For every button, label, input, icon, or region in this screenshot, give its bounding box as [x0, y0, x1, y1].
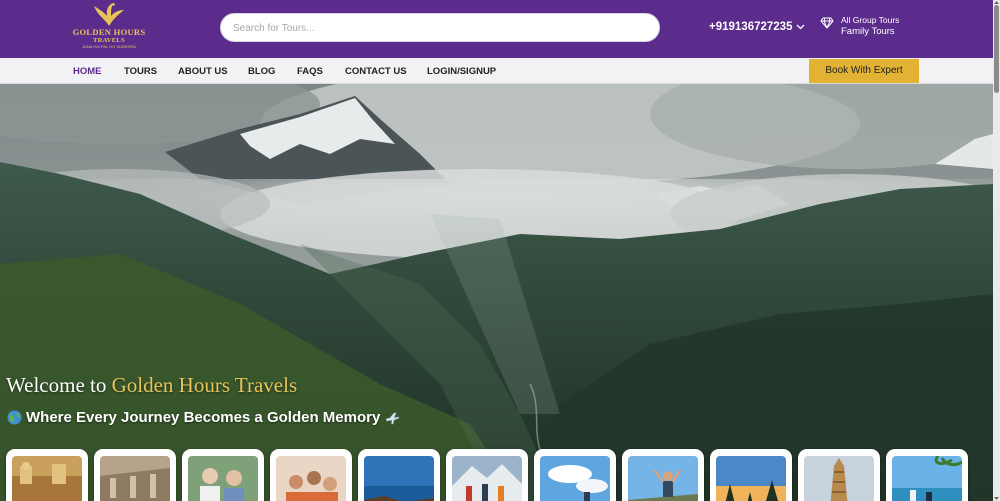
hiker-card[interactable] [622, 449, 704, 501]
airplane-icon [385, 412, 400, 424]
phone-dropdown[interactable]: +919136727235 [709, 21, 805, 33]
group-tours-label: All Group Tours [841, 15, 900, 25]
sky-card[interactable] [534, 449, 616, 501]
palace-thumb [12, 456, 82, 501]
globe-icon [7, 410, 22, 425]
friends-thumb [276, 456, 346, 501]
nav-contact-us[interactable]: CONTACT US [345, 66, 407, 77]
mountain-group-card[interactable] [446, 449, 528, 501]
palm-beach-card[interactable] [886, 449, 968, 501]
hiker-thumb [628, 456, 698, 501]
diamond-icon [820, 17, 834, 29]
couple-thumb [188, 456, 258, 501]
nav-tours[interactable]: TOURS [124, 66, 157, 77]
top-header: GOLDEN HOURS TRAVELS JANA HAI PAL HO SUN… [0, 0, 993, 58]
logo-tagline: JANA HAI PAL HO SUNEHRA [82, 44, 136, 49]
palm-beach-thumb [892, 456, 962, 501]
nav-faqs[interactable]: FAQS [297, 66, 323, 77]
nav-about-us[interactable]: ABOUT US [178, 66, 228, 77]
temple-thumb [804, 456, 874, 501]
logo-name-line2: TRAVELS [93, 37, 125, 44]
hero-section: Welcome to Golden Hours Travels Where Ev… [0, 84, 993, 501]
chevron-down-icon [797, 24, 805, 30]
group-tours-link[interactable]: All Group Tours Family Tours [820, 14, 899, 38]
sky-thumb [540, 456, 610, 501]
nav-login-signup[interactable]: LOGIN/SIGNUP [427, 66, 496, 77]
beach-card[interactable] [358, 449, 440, 501]
scroll-thumb[interactable] [994, 5, 999, 93]
ruins-card[interactable] [94, 449, 176, 501]
scroll-down-arrow-icon[interactable] [993, 496, 1000, 501]
book-with-expert-button[interactable]: Book With Expert [809, 59, 919, 83]
hero-title-brand: Golden Hours Travels [111, 373, 298, 397]
temple-card[interactable] [798, 449, 880, 501]
couple-card[interactable] [182, 449, 264, 501]
hero-mountain-image [0, 84, 993, 501]
bird-icon [94, 3, 124, 26]
palace-card[interactable] [6, 449, 88, 501]
nav-home[interactable]: HOME [73, 66, 102, 77]
phone-number: +919136727235 [709, 21, 793, 33]
site-logo[interactable]: GOLDEN HOURS TRAVELS JANA HAI PAL HO SUN… [72, 2, 146, 56]
pine-sunset-card[interactable] [710, 449, 792, 501]
hero-title-prefix: Welcome to [6, 373, 112, 397]
nav-blog[interactable]: BLOG [248, 66, 275, 77]
logo-name: GOLDEN HOURS [72, 27, 146, 37]
mountain-group-thumb [452, 456, 522, 501]
hero-title: Welcome to Golden Hours Travels [6, 373, 297, 398]
hero-subtitle: Where Every Journey Becomes a Golden Mem… [7, 409, 400, 426]
search-input[interactable] [233, 20, 643, 36]
pine-sunset-thumb [716, 456, 786, 501]
family-tours-label: Family Tours [841, 26, 895, 37]
hero-subtitle-text: Where Every Journey Becomes a Golden Mem… [26, 409, 381, 426]
page-scrollbar[interactable] [993, 0, 1000, 501]
beach-thumb [364, 456, 434, 501]
friends-card[interactable] [270, 449, 352, 501]
ruins-thumb [100, 456, 170, 501]
search-bar [220, 13, 660, 42]
